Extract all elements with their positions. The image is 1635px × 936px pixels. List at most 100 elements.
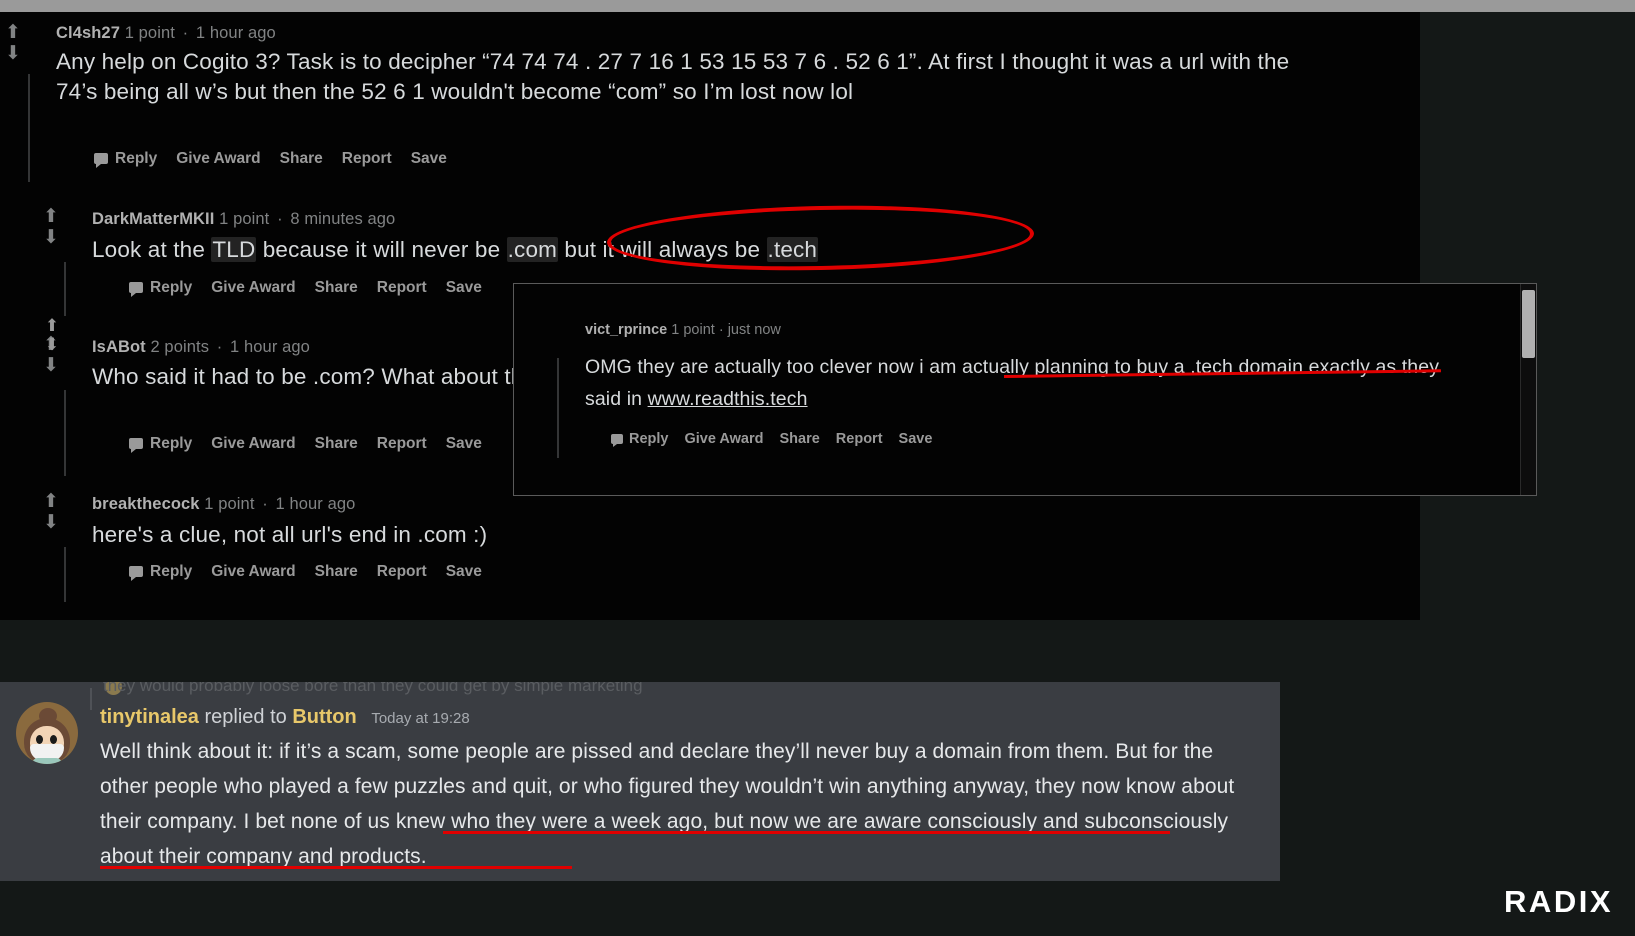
comment-bubble-icon bbox=[129, 566, 143, 581]
downvote-icon[interactable]: ⬇ bbox=[40, 333, 64, 357]
comment-meta: Cl4sh27 1 point · 1 hour ago bbox=[56, 24, 276, 43]
reply-action[interactable]: Reply bbox=[94, 150, 157, 168]
reply-label: Reply bbox=[629, 431, 669, 447]
discord-replied-to-label: replied to bbox=[204, 706, 287, 728]
meta-separator: · bbox=[262, 495, 268, 513]
avatar-shirt bbox=[32, 758, 62, 764]
red-underline-annotation-line2 bbox=[100, 866, 572, 869]
comment-points: 2 points bbox=[150, 338, 210, 356]
discord-message-body: Well think about it: if it’s a scam, som… bbox=[100, 740, 1235, 868]
avatar-eye-right bbox=[50, 735, 57, 744]
comment-body: Any help on Cogito 3? Task is to deciphe… bbox=[56, 49, 1290, 104]
discord-previous-message-text: they would probably loose bore than they… bbox=[103, 682, 643, 695]
reply-action[interactable]: Reply bbox=[129, 435, 192, 453]
share-action[interactable]: Share bbox=[315, 435, 358, 453]
comment-author[interactable]: Cl4sh27 bbox=[56, 24, 120, 42]
reply-action[interactable]: Reply bbox=[129, 563, 192, 581]
vote-column[interactable]: ⬆ ⬇ bbox=[0, 20, 26, 67]
comment-timestamp: 1 hour ago bbox=[275, 495, 356, 513]
save-action[interactable]: Save bbox=[411, 150, 447, 168]
discord-reply-spine bbox=[90, 688, 92, 710]
meta-separator: · bbox=[718, 322, 724, 338]
report-action[interactable]: Report bbox=[342, 150, 392, 168]
give-award-action[interactable]: Give Award bbox=[211, 563, 295, 581]
body-text-pre: Look at the bbox=[92, 237, 212, 262]
reply-label: Reply bbox=[115, 150, 158, 167]
share-action[interactable]: Share bbox=[315, 563, 358, 581]
give-award-action[interactable]: Give Award bbox=[211, 279, 295, 297]
comment-actions: Reply Give Award Share Report Save bbox=[129, 279, 501, 297]
comment-actions: Reply Give Award Share Report Save bbox=[129, 563, 501, 581]
comment-author[interactable]: IsABot bbox=[92, 338, 146, 356]
report-action[interactable]: Report bbox=[377, 435, 427, 453]
comment-author[interactable]: breakthecock bbox=[92, 495, 200, 513]
comment-timestamp: 1 hour ago bbox=[230, 338, 310, 356]
report-action[interactable]: Report bbox=[377, 279, 427, 297]
overlay-vote-column[interactable]: ⬆ ⬇ bbox=[40, 314, 64, 357]
comment-actions: Reply Give Award Share Report Save bbox=[94, 150, 466, 168]
thread-collapse-line[interactable] bbox=[64, 547, 66, 602]
discord-message-panel: they would probably loose bore than they… bbox=[0, 682, 1280, 881]
avatar-eye-left bbox=[36, 735, 43, 744]
give-award-action[interactable]: Give Award bbox=[685, 431, 764, 447]
comment-author[interactable]: DarkMatterMKII bbox=[92, 210, 214, 228]
comment-bubble-icon bbox=[611, 434, 623, 447]
radix-logo: RADIX bbox=[1504, 884, 1613, 919]
comment-actions: Reply Give Award Share Report Save bbox=[129, 435, 501, 453]
thread-collapse-line[interactable] bbox=[64, 390, 66, 476]
report-action[interactable]: Report bbox=[377, 563, 427, 581]
highlight-tld: TLD bbox=[211, 237, 257, 262]
reply-action[interactable]: Reply bbox=[129, 279, 192, 297]
comment-points: 1 point bbox=[219, 210, 270, 228]
comment-points: 1 point bbox=[204, 495, 255, 513]
comment-bubble-icon bbox=[129, 438, 143, 453]
meta-separator: · bbox=[277, 210, 283, 228]
comment-meta: IsABot 2 points · 1 hour ago bbox=[92, 338, 310, 357]
avatar[interactable] bbox=[16, 702, 78, 764]
discord-message-header: tinytinalea replied to Button Today at 1… bbox=[100, 706, 470, 729]
downvote-icon[interactable]: ⬇ bbox=[0, 41, 26, 67]
vote-column[interactable]: ⬆ ⬇ bbox=[38, 204, 64, 251]
comment-bubble-icon bbox=[94, 153, 108, 168]
body-text-mid1: because it will never be bbox=[256, 237, 507, 262]
share-action[interactable]: Share bbox=[779, 431, 819, 447]
reply-label: Reply bbox=[150, 279, 193, 296]
discord-author[interactable]: tinytinalea bbox=[100, 706, 199, 728]
overlay-thread-line[interactable] bbox=[557, 358, 559, 458]
comment-points: 1 point bbox=[124, 24, 175, 42]
save-action[interactable]: Save bbox=[446, 563, 482, 581]
overlay-scrollbar-track[interactable] bbox=[1520, 284, 1536, 495]
meta-separator: · bbox=[182, 24, 189, 42]
share-action[interactable]: Share bbox=[280, 150, 323, 168]
give-award-action[interactable]: Give Award bbox=[211, 435, 295, 453]
thread-collapse-line[interactable] bbox=[28, 74, 30, 182]
red-underline-annotation-line1 bbox=[443, 831, 1170, 834]
give-award-action[interactable]: Give Award bbox=[176, 150, 260, 168]
save-action[interactable]: Save bbox=[446, 279, 482, 297]
discord-timestamp: Today at 19:28 bbox=[371, 710, 470, 727]
overlay-comment-timestamp: just now bbox=[727, 322, 781, 338]
downvote-icon[interactable]: ⬇ bbox=[38, 225, 64, 251]
overlay-comment-body: OMG they are actually too clever now i a… bbox=[585, 351, 1465, 415]
comment-meta: DarkMatterMKII 1 point · 8 minutes ago bbox=[92, 210, 395, 229]
comment-timestamp: 8 minutes ago bbox=[290, 210, 396, 228]
overlay-scrollbar-thumb[interactable] bbox=[1522, 290, 1535, 358]
share-action[interactable]: Share bbox=[315, 279, 358, 297]
highlight-dotcom: .com bbox=[506, 237, 558, 262]
meta-separator: · bbox=[216, 338, 223, 356]
save-action[interactable]: Save bbox=[446, 435, 482, 453]
reply-label: Reply bbox=[150, 563, 193, 580]
overlay-body-link[interactable]: www.readthis.tech bbox=[648, 388, 808, 410]
overlay-comment-points: 1 point bbox=[671, 322, 715, 338]
top-window-strip bbox=[0, 0, 1635, 12]
reply-action[interactable]: Reply bbox=[611, 431, 669, 447]
comment-meta: breakthecock 1 point · 1 hour ago bbox=[92, 495, 355, 514]
comment-body: here's a clue, not all url's end in .com… bbox=[92, 522, 488, 547]
report-action[interactable]: Report bbox=[836, 431, 883, 447]
vote-column[interactable]: ⬆ ⬇ bbox=[38, 489, 64, 536]
thread-collapse-line[interactable] bbox=[64, 262, 66, 316]
downvote-icon[interactable]: ⬇ bbox=[38, 510, 64, 536]
overlay-comment-author[interactable]: vict_rprince bbox=[585, 322, 667, 338]
save-action[interactable]: Save bbox=[899, 431, 933, 447]
discord-reply-target[interactable]: Button bbox=[292, 706, 356, 728]
